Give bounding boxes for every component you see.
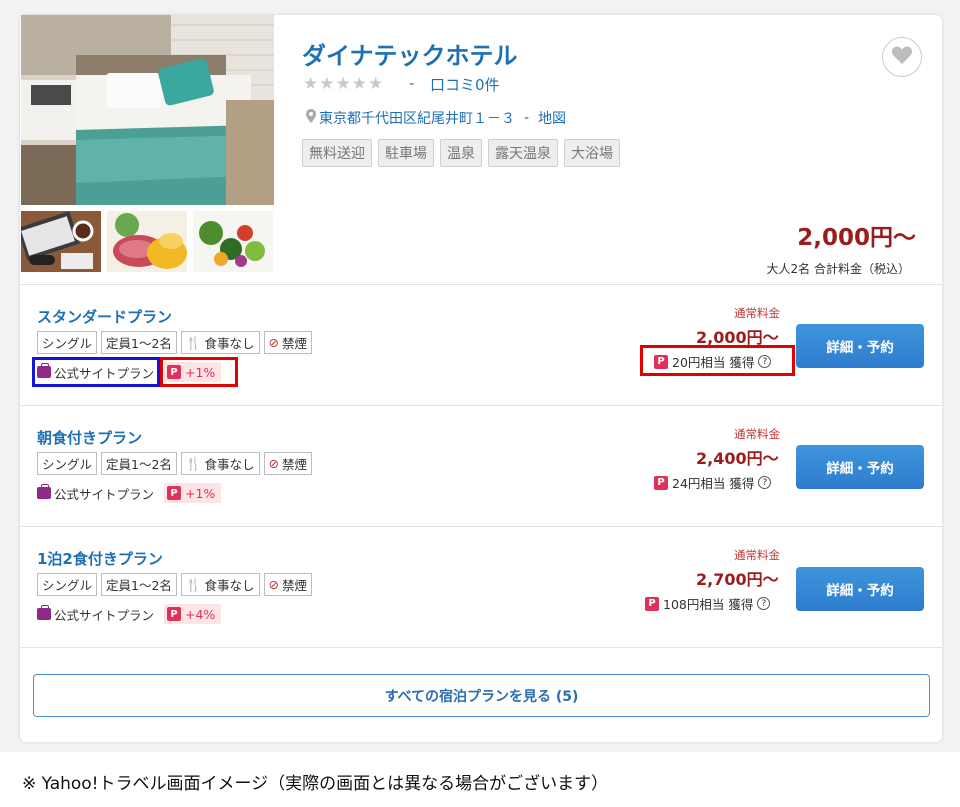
- screen-caption: ※ Yahoo!トラベル画面イメージ（実際の画面とは異なる場合がございます）: [22, 774, 609, 794]
- highlight-box-blue: [32, 357, 160, 387]
- meal-chip: 🍴 食事なし: [180, 573, 260, 596]
- plan-title[interactable]: スタンダードプラン: [37, 306, 172, 327]
- room-type-chip: シングル: [37, 452, 98, 475]
- highlight-box-red: [160, 357, 238, 387]
- hotel-price: 2,000円～: [797, 225, 916, 251]
- smoking-chip-label: 禁煙: [282, 578, 308, 593]
- point-bonus-value: +1%: [185, 485, 216, 501]
- heart-icon: [891, 45, 913, 69]
- divider: [20, 647, 942, 648]
- paypay-point-icon: P: [167, 486, 181, 500]
- thumb-laptop-photo[interactable]: [21, 211, 101, 272]
- help-icon[interactable]: ?: [758, 476, 772, 489]
- plan-chips: シングル 定員1～2名 🍴 食事なし ⊘ 禁煙: [37, 331, 313, 354]
- smoking-chip: ⊘ 禁煙: [263, 573, 313, 596]
- meal-chip-label: 食事なし: [204, 578, 255, 593]
- divider: [20, 526, 942, 527]
- divider: [20, 284, 942, 285]
- room-type-chip: シングル: [37, 331, 98, 354]
- points-earned: P 108円相当 獲得 ?: [645, 594, 771, 613]
- map-pin-icon: [306, 109, 316, 127]
- facility-tags: 無料送迎 駐車場 温泉 露天温泉 大浴場: [302, 139, 620, 167]
- fork-knife-icon: 🍴: [185, 455, 202, 471]
- regular-price-label: 通常料金: [734, 427, 780, 441]
- thumb-vegetables-photo[interactable]: [193, 211, 273, 272]
- point-bonus-badge: P +1%: [164, 483, 222, 503]
- facility-tag: 大浴場: [564, 139, 620, 167]
- hotel-main-photo[interactable]: [21, 15, 274, 205]
- capacity-chip: 定員1～2名: [101, 452, 177, 475]
- paypay-point-icon: P: [654, 475, 668, 490]
- detail-reserve-button[interactable]: 詳細・予約: [796, 324, 924, 368]
- review-count-link[interactable]: 口コミ0件: [430, 74, 500, 95]
- detail-reserve-button[interactable]: 詳細・予約: [796, 567, 924, 611]
- bag-icon: [37, 605, 51, 620]
- plan-title[interactable]: 1泊2食付きプラン: [37, 548, 163, 569]
- regular-price-label: 通常料金: [734, 548, 780, 562]
- hotel-name[interactable]: ダイナテックホテル: [302, 36, 518, 71]
- no-smoking-icon: ⊘: [268, 335, 279, 350]
- point-bonus-value: +4%: [185, 606, 216, 622]
- highlight-box-red: [640, 345, 795, 376]
- official-site-plan: 公式サイトプラン: [37, 483, 154, 503]
- map-link[interactable]: 地図: [538, 108, 566, 128]
- meal-chip-label: 食事なし: [204, 457, 255, 472]
- rating-stars: ★★★★★: [303, 74, 385, 94]
- plan-title[interactable]: 朝食付きプラン: [37, 427, 142, 448]
- fork-knife-icon: 🍴: [185, 576, 202, 592]
- points-earned-text: 108円相当 獲得: [663, 597, 754, 612]
- capacity-chip: 定員1～2名: [101, 331, 177, 354]
- bag-icon: [37, 484, 51, 499]
- regular-price-label: 通常料金: [734, 306, 780, 320]
- smoking-chip: ⊘ 禁煙: [263, 331, 313, 354]
- address-separator: -: [524, 110, 530, 126]
- facility-tag: 温泉: [440, 139, 482, 167]
- help-icon[interactable]: ?: [757, 597, 771, 610]
- price-note: 大人2名 合計料金（税込）: [766, 262, 910, 276]
- plan-chips: シングル 定員1～2名 🍴 食事なし ⊘ 禁煙: [37, 573, 313, 596]
- smoking-chip-label: 禁煙: [282, 457, 308, 472]
- meal-chip: 🍴 食事なし: [180, 452, 260, 475]
- thumb-food-photo[interactable]: [107, 211, 187, 272]
- rating-separator: -: [409, 74, 415, 92]
- capacity-chip: 定員1～2名: [101, 573, 177, 596]
- view-all-plans-button[interactable]: すべての宿泊プランを見る (5): [33, 674, 930, 717]
- smoking-chip: ⊘ 禁煙: [263, 452, 313, 475]
- points-earned-text: 24円相当 獲得: [672, 476, 755, 491]
- divider: [20, 405, 942, 406]
- points-earned: P 24円相当 獲得 ?: [654, 473, 772, 492]
- no-smoking-icon: ⊘: [268, 577, 279, 592]
- facility-tag: 無料送迎: [302, 139, 372, 167]
- facility-tag: 駐車場: [378, 139, 434, 167]
- address-line: 東京都千代田区紀尾井町１－３ - 地図: [306, 108, 566, 128]
- plan-price: 2,400円～: [696, 449, 779, 468]
- detail-reserve-button[interactable]: 詳細・予約: [796, 445, 924, 489]
- point-bonus-badge: P +4%: [164, 604, 222, 624]
- fork-knife-icon: 🍴: [185, 334, 202, 350]
- paypay-point-icon: P: [645, 596, 659, 611]
- no-smoking-icon: ⊘: [268, 456, 279, 471]
- smoking-chip-label: 禁煙: [282, 336, 308, 351]
- plan-price: 2,700円～: [696, 570, 779, 589]
- official-site-plan: 公式サイトプラン: [37, 604, 154, 624]
- plan-chips: シングル 定員1～2名 🍴 食事なし ⊘ 禁煙: [37, 452, 313, 475]
- address-text[interactable]: 東京都千代田区紀尾井町１－３: [319, 108, 515, 128]
- meal-chip: 🍴 食事なし: [180, 331, 260, 354]
- paypay-point-icon: P: [167, 607, 181, 621]
- official-site-label: 公式サイトプラン: [54, 607, 155, 623]
- facility-tag: 露天温泉: [488, 139, 558, 167]
- meal-chip-label: 食事なし: [204, 336, 255, 351]
- favorite-button[interactable]: [882, 37, 922, 77]
- room-type-chip: シングル: [37, 573, 98, 596]
- official-site-label: 公式サイトプラン: [54, 486, 155, 502]
